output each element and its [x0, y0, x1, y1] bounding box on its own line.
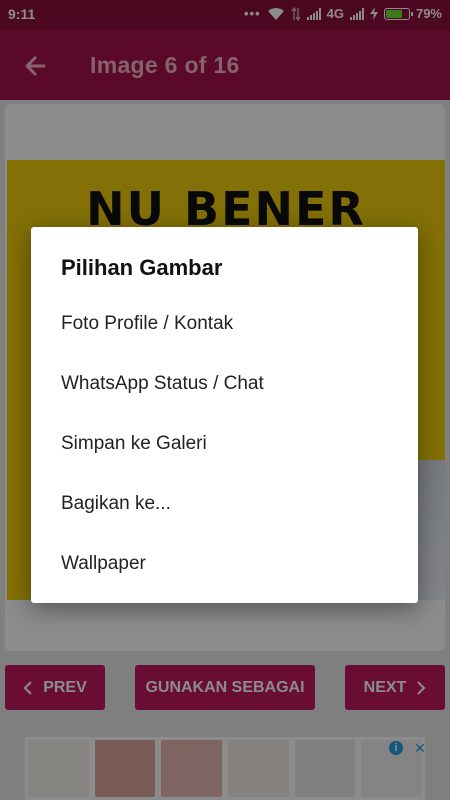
- image-options-dialog: Pilihan Gambar Foto Profile / Kontak Wha…: [31, 227, 418, 603]
- option-save-to-gallery[interactable]: Simpan ke Galeri: [31, 414, 418, 474]
- option-share-to[interactable]: Bagikan ke...: [31, 474, 418, 534]
- option-profile-contact[interactable]: Foto Profile / Kontak: [31, 294, 418, 354]
- dialog-title: Pilihan Gambar: [61, 255, 223, 280]
- option-whatsapp-status-chat[interactable]: WhatsApp Status / Chat: [31, 354, 418, 414]
- option-wallpaper[interactable]: Wallpaper: [31, 534, 418, 594]
